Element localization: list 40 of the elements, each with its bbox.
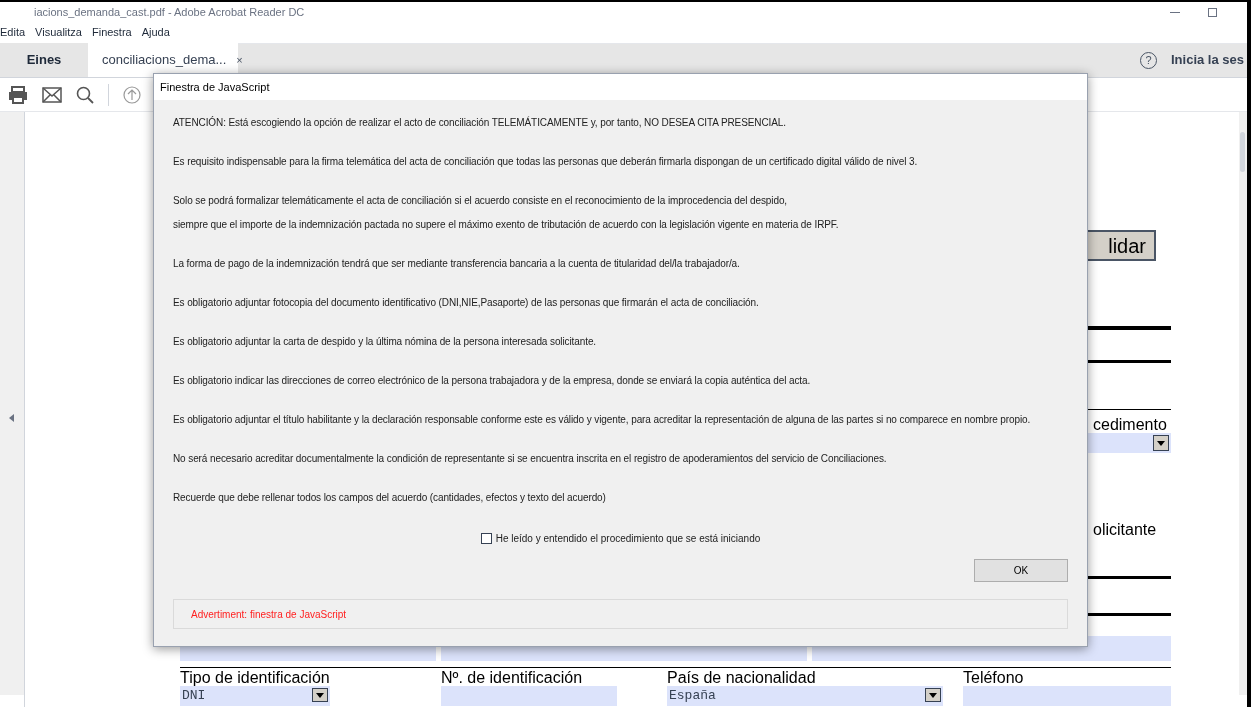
printer-icon[interactable]	[8, 85, 28, 104]
input-field[interactable]	[963, 686, 1171, 706]
window-title: iacions_demanda_cast.pdf - Adobe Acrobat Reader DC	[34, 4, 305, 20]
dropdown-field[interactable]: DNI	[180, 686, 330, 706]
sign-in-link[interactable]: Inicia la ses	[1171, 50, 1247, 70]
input-field[interactable]	[441, 686, 617, 706]
menu-item[interactable]: Visualitza	[35, 24, 82, 41]
scrollbar-thumb[interactable]	[1240, 132, 1245, 172]
field-label: Tipo de identificación	[180, 668, 330, 688]
menu-item[interactable]: Finestra	[91, 24, 132, 41]
warning-text: Advertiment: finestra de JavaScript	[191, 607, 347, 622]
checkbox-icon[interactable]	[480, 533, 492, 544]
checkbox[interactable]: He leído y entendido el procedimiento que se está iniciando	[480, 531, 761, 546]
message-text: La forma de pago de la indemnización tendrá que ser mediante transferencia bancaria a la cuenta de titularidad del/la trabajador/a.	[173, 257, 741, 270]
field-label: Teléfono	[963, 668, 1024, 688]
ok-button[interactable]: OK	[974, 559, 1068, 582]
message-text: Solo se podrá formalizar telemáticamente el acta de conciliación si el acuerdo consiste en el reconocimiento de la improcedencia del despido,	[173, 194, 789, 207]
message-text: siempre que el importe de la indemnización pactada no supere el máximo exento de tributación de acuerdo con la legislación vigente en materia de IRPF.	[173, 218, 840, 231]
message-text: Es obligatorio adjuntar fotocopia del documento identificativo (DNI,NIE,Pasaporte) de las personas que firmarán el acta de conciliación.	[173, 296, 760, 309]
search-icon[interactable]	[76, 85, 94, 104]
message-text: Es requisito indispensable para la firma telemática del acta de conciliación que todas las personas que deberán firmarla dispongan de un certificado digital válido de nivel 3.	[173, 155, 919, 168]
restore-icon[interactable]	[1208, 7, 1217, 17]
field-label: Nº. de identificación	[441, 668, 583, 688]
dropdown-field[interactable]: España	[667, 686, 943, 706]
message-text: ATENCIÓN: Está escogiendo la opción de realizar el acto de conciliación TELEMÁTICAMENTE y, por tanto, NO DESEA CITA PRESENCIAL.	[173, 116, 787, 129]
form-label: olicitante	[1093, 520, 1157, 540]
message-text: Es obligatorio adjuntar la carta de despido y la última nómina de la persona interesada solicitante.	[173, 335, 598, 348]
dialog-title: Finestra de JavaScript	[160, 79, 270, 95]
message-text: Es obligatorio indicar las direcciones de correo electrónico de la persona trabajadora y de la empresa, donde se enviará la copia auténtica del acta.	[173, 374, 812, 387]
field-label: País de nacionalidad	[667, 668, 816, 688]
message-text: No será necesario acreditar documentalmente la condición de representante si se encuentra inscrita en el registro de apoderamientos del servicio de Conciliaciones.	[173, 452, 888, 465]
form-label: cedimento	[1093, 415, 1167, 435]
menu-item[interactable]: Edita	[0, 24, 26, 41]
mail-icon[interactable]	[42, 86, 62, 103]
minimize-icon[interactable]	[1170, 11, 1180, 13]
collapse-icon[interactable]	[9, 414, 14, 422]
message-text: Es obligatorio adjuntar el título habilitante y la declaración responsable conforme este es válido y vigente, para acreditar la representación de alguna de las partes si no comparece en nombre propio.	[173, 413, 1032, 426]
menu-item[interactable]: Ajuda	[141, 24, 170, 41]
close-icon[interactable]: ×	[236, 51, 243, 69]
message-text: Recuerde que debe rellenar todos los campos del acuerdo (cantidades, efectos y texto del acuerdo)	[173, 491, 607, 504]
